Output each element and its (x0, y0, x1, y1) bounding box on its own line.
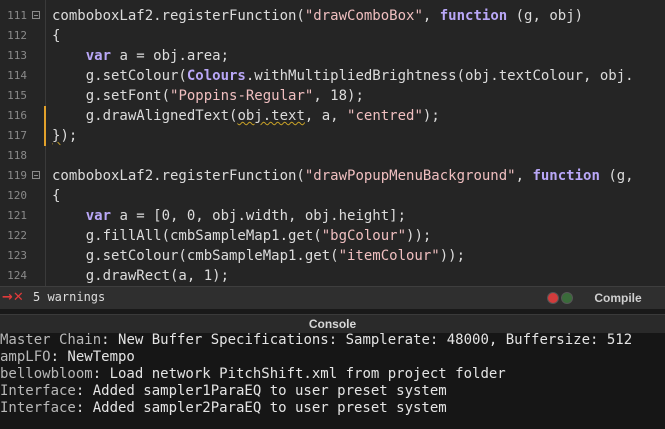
code-line[interactable]: 121 var a = [0, 0, obj.width, obj.height… (0, 206, 665, 226)
fold-toggle-icon[interactable] (32, 11, 40, 19)
code-text[interactable]: g.setColour(Colours.withMultipliedBright… (52, 66, 634, 86)
error-indicator-icon (548, 293, 558, 303)
code-text[interactable]: }); (52, 126, 77, 146)
console-source: Interface (0, 400, 76, 416)
code-text[interactable]: g.setFont("Poppins-Regular", 18); (52, 86, 364, 106)
console-source: ampLFO (0, 349, 51, 365)
line-number: 112 (7, 29, 27, 42)
code-text[interactable]: g.setColour(cmbSampleMap1.get("itemColou… (52, 246, 465, 266)
console-title: Console (308, 317, 357, 331)
console-header: Console (0, 314, 665, 334)
code-text[interactable]: var a = obj.area; (52, 46, 229, 66)
console-line: Interface: Added sampler2ParaEQ to user … (0, 400, 447, 417)
modified-line-marker (44, 106, 46, 126)
code-line[interactable]: 113 var a = obj.area; (0, 46, 665, 66)
code-line[interactable]: 111 comboboxLaf2.registerFunction("drawCo… (0, 6, 665, 26)
console-source: Interface (0, 383, 76, 399)
line-number: 117 (7, 129, 27, 142)
warning-count[interactable]: 5 warnings (33, 290, 105, 304)
line-number: 115 (7, 89, 27, 102)
line-number: 116 (7, 109, 27, 122)
code-text[interactable]: var a = [0, 0, obj.width, obj.height]; (52, 206, 406, 226)
code-line[interactable]: 116 g.drawAlignedText(obj.text, a, "cent… (0, 106, 665, 126)
code-editor[interactable]: 111 comboboxLaf2.registerFunction("drawCo… (0, 0, 665, 286)
console-source: bellowbloom (0, 366, 93, 382)
code-line[interactable]: 124 g.drawRect(a, 1); (0, 266, 665, 286)
console-message: : NewTempo (50, 349, 135, 365)
line-number: 121 (7, 209, 27, 222)
console-line: Master Chain: New Buffer Specifications:… (0, 333, 632, 349)
code-line[interactable]: 112 { (0, 26, 665, 46)
code-text[interactable]: comboboxLaf2.registerFunction("drawPopup… (52, 166, 634, 186)
console-source: Master Chain (0, 333, 102, 348)
console-message: : New Buffer Specifications: Samplerate:… (101, 333, 633, 348)
line-number: 118 (7, 149, 27, 162)
error-cross-icon[interactable]: →✕ (2, 290, 24, 305)
line-number: 114 (7, 69, 27, 82)
code-line[interactable]: 120 { (0, 186, 665, 206)
line-number: 111 (7, 9, 27, 22)
line-number: 113 (7, 49, 27, 62)
console-output[interactable]: Master Chain: New Buffer Specifications:… (0, 333, 665, 429)
code-text[interactable]: { (52, 26, 60, 46)
code-line[interactable]: 123 g.setColour(cmbSampleMap1.get("itemC… (0, 246, 665, 266)
code-line[interactable]: 122 g.fillAll(cmbSampleMap1.get("bgColou… (0, 226, 665, 246)
line-number: 120 (7, 189, 27, 202)
code-line[interactable]: 119 comboboxLaf2.registerFunction("drawPo… (0, 166, 665, 186)
console-line: ampLFO: NewTempo (0, 349, 135, 366)
modified-line-marker (44, 126, 46, 146)
compile-button[interactable]: Compile (586, 291, 650, 305)
code-text[interactable]: g.drawAlignedText(obj.text, a, "centred"… (52, 106, 440, 126)
console-line: Interface: Added sampler1ParaEQ to user … (0, 383, 447, 400)
editor-status-bar: →✕ 5 warnings Compile (0, 286, 665, 309)
console-message: : Added sampler1ParaEQ to user preset sy… (75, 383, 447, 399)
line-number: 124 (7, 269, 27, 282)
console-message: : Load network PitchShift.xml from proje… (92, 366, 506, 382)
code-line[interactable]: 118 (0, 146, 665, 166)
code-line[interactable]: 117}); (0, 126, 665, 146)
console-message: : Added sampler2ParaEQ to user preset sy… (75, 400, 447, 416)
ok-indicator-icon (562, 293, 572, 303)
line-number: 119 (7, 169, 27, 182)
console-line: bellowbloom: Load network PitchShift.xml… (0, 366, 506, 383)
code-line[interactable]: 115 g.setFont("Poppins-Regular", 18); (0, 86, 665, 106)
code-text[interactable]: g.fillAll(cmbSampleMap1.get("bgColour"))… (52, 226, 432, 246)
code-text[interactable]: { (52, 186, 60, 206)
line-number: 123 (7, 249, 27, 262)
code-text[interactable]: comboboxLaf2.registerFunction("drawCombo… (52, 6, 583, 26)
code-line[interactable]: 114 g.setColour(Colours.withMultipliedBr… (0, 66, 665, 86)
code-text[interactable]: g.drawRect(a, 1); (52, 266, 229, 286)
line-number: 122 (7, 229, 27, 242)
fold-toggle-icon[interactable] (32, 171, 40, 179)
